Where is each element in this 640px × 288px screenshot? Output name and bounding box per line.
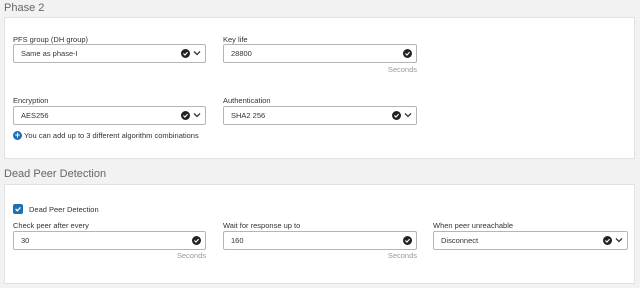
dpd-checkbox-label[interactable]: Dead Peer Detection: [29, 205, 99, 214]
check-peer-unit: Seconds: [176, 251, 206, 260]
algorithm-info-text: You can add up to 3 different algorithm …: [24, 131, 199, 140]
encryption-label: Encryption: [13, 96, 49, 105]
chevron-down-icon[interactable]: [193, 110, 201, 120]
phase2-panel: PFS group (DH group) Same as phase-I Key…: [4, 17, 635, 159]
check-circle-icon: [181, 49, 190, 58]
encryption-value: AES256: [21, 111, 49, 120]
wait-response-input[interactable]: 160: [223, 231, 417, 250]
pfs-group-label: PFS group (DH group): [13, 35, 89, 44]
chevron-down-icon[interactable]: [193, 48, 201, 58]
algorithm-info: + You can add up to 3 different algorith…: [13, 131, 199, 140]
key-life-label: Key life: [223, 35, 248, 44]
plus-circle-icon[interactable]: +: [13, 131, 22, 140]
dpd-checkbox[interactable]: [13, 204, 23, 214]
wait-response-value: 160: [231, 236, 244, 245]
chevron-down-icon[interactable]: [615, 235, 623, 245]
check-peer-label: Check peer after every: [13, 221, 89, 230]
check-circle-icon: [403, 236, 412, 245]
check-circle-icon: [181, 111, 190, 120]
check-circle-icon: [392, 111, 401, 120]
when-unreachable-select[interactable]: Disconnect: [433, 231, 628, 250]
dpd-title: Dead Peer Detection: [4, 168, 107, 180]
phase2-title: Phase 2: [4, 2, 45, 14]
check-circle-icon: [603, 236, 612, 245]
encryption-select[interactable]: AES256: [13, 106, 206, 125]
key-life-value: 28800: [231, 49, 252, 58]
authentication-select[interactable]: SHA2 256: [223, 106, 417, 125]
pfs-group-value: Same as phase-I: [21, 49, 78, 58]
authentication-value: SHA2 256: [231, 111, 266, 120]
wait-response-label: Wait for response up to: [223, 221, 301, 230]
pfs-group-select[interactable]: Same as phase-I: [13, 44, 206, 63]
key-life-unit: Seconds: [387, 65, 417, 74]
dpd-panel: Dead Peer Detection Check peer after eve…: [4, 184, 635, 284]
authentication-label: Authentication: [223, 96, 271, 105]
wait-response-unit: Seconds: [387, 251, 417, 260]
check-peer-value: 30: [21, 236, 30, 245]
when-unreachable-label: When peer unreachable: [433, 221, 514, 230]
check-circle-icon: [403, 49, 412, 58]
check-circle-icon: [192, 236, 201, 245]
key-life-input[interactable]: 28800: [223, 44, 417, 63]
when-unreachable-value: Disconnect: [441, 236, 479, 245]
chevron-down-icon[interactable]: [404, 110, 412, 120]
check-peer-input[interactable]: 30: [13, 231, 206, 250]
